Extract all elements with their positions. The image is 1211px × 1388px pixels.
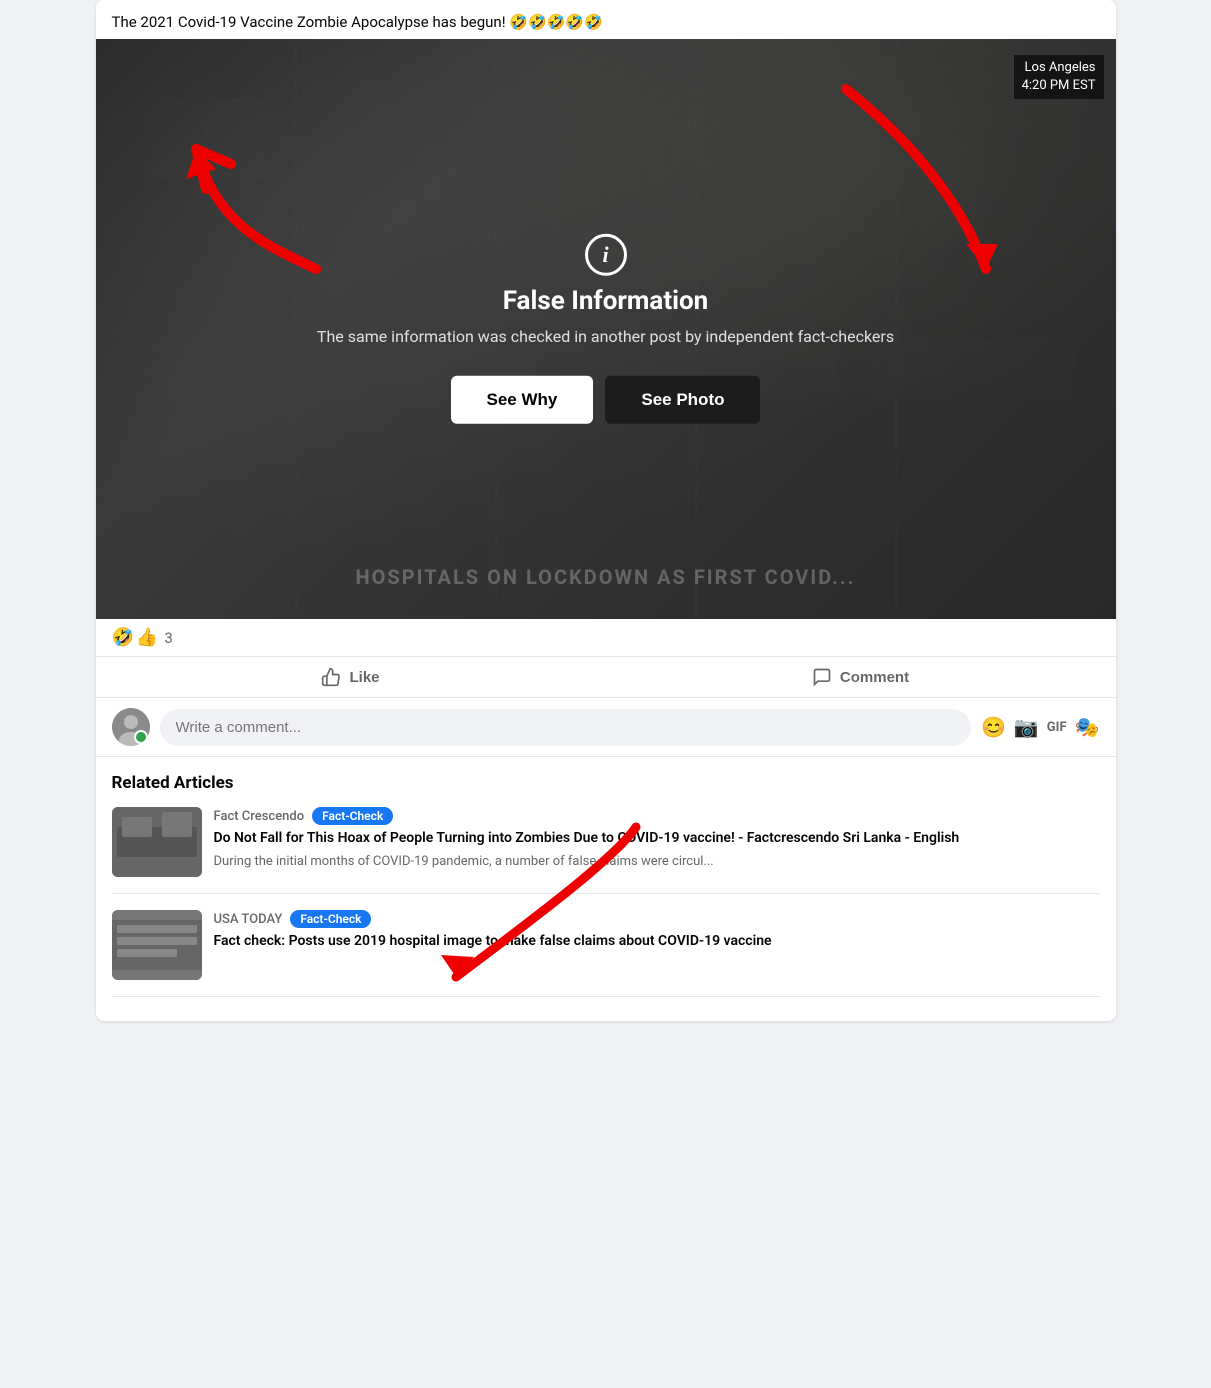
article-thumb-image-1 [112, 807, 202, 877]
article-item-1[interactable]: Fact Crescendo Fact-Check Do Not Fall fo… [112, 807, 1100, 894]
article-thumb-image-2 [112, 910, 202, 980]
fact-check-badge-1: Fact-Check [312, 807, 393, 825]
fact-check-badge-2: Fact-Check [290, 910, 371, 928]
reaction-count: 3 [164, 629, 172, 647]
article-thumb-inner-1 [112, 807, 202, 877]
emoji-icon[interactable]: 😊 [981, 715, 1006, 739]
sticker-icon[interactable]: 🎭 [1075, 715, 1100, 739]
comment-icon [812, 667, 832, 687]
like-icon [321, 667, 341, 687]
article-source-2: USA TODAY [214, 912, 283, 927]
watermark-text: HOSPITALS ON LOCKDOWN AS FIRST COVID... [356, 565, 856, 589]
like-label: Like [349, 669, 379, 686]
article-desc-1: During the initial months of COVID-19 pa… [214, 853, 960, 871]
comment-input-row: 😊 📷 GIF 🎭 [96, 698, 1116, 757]
article-meta-2: USA TODAY Fact-Check [214, 910, 772, 928]
article-headline-2: Fact check: Posts use 2019 hospital imag… [214, 932, 772, 952]
comment-label: Comment [840, 669, 909, 686]
gif-icon[interactable]: GIF [1047, 720, 1067, 735]
post-header: The 2021 Covid-19 Vaccine Zombie Apocaly… [96, 0, 1116, 39]
see-photo-button[interactable]: See Photo [605, 376, 760, 424]
article-thumb-2 [112, 910, 202, 980]
reaction-like: 👍 [136, 627, 158, 648]
input-icons: 😊 📷 GIF 🎭 [981, 715, 1100, 739]
related-articles-title: Related Articles [112, 773, 1100, 793]
article-thumb-1 [112, 807, 202, 877]
related-articles-section: Related Articles Fact Crescendo Fact-Che… [96, 757, 1116, 1021]
comment-button[interactable]: Comment [606, 657, 1116, 697]
avatar-image [112, 708, 150, 746]
like-button[interactable]: Like [96, 657, 606, 697]
see-why-button[interactable]: See Why [451, 376, 594, 424]
location-time: 4:20 PM EST [1022, 77, 1096, 95]
article-thumb-inner-2 [112, 910, 202, 980]
action-row: Like Comment [96, 657, 1116, 698]
article-headline-1: Do Not Fall for This Hoax of People Turn… [214, 829, 960, 849]
post-card: The 2021 Covid-19 Vaccine Zombie Apocaly… [96, 0, 1116, 1021]
false-info-title: False Information [116, 286, 1096, 316]
post-title: The 2021 Covid-19 Vaccine Zombie Apocaly… [112, 12, 1100, 33]
article-source-1: Fact Crescendo [214, 809, 305, 824]
article-content-2: USA TODAY Fact-Check Fact check: Posts u… [214, 910, 772, 980]
info-icon: i [585, 234, 627, 276]
article-item-2[interactable]: USA TODAY Fact-Check Fact check: Posts u… [112, 910, 1100, 997]
reactions-row: 🤣 👍 3 [96, 619, 1116, 657]
location-badge: Los Angeles 4:20 PM EST [1014, 55, 1104, 99]
location-city: Los Angeles [1022, 59, 1096, 77]
false-info-subtitle: The same information was checked in anot… [116, 326, 1096, 348]
comment-input[interactable] [160, 709, 971, 746]
user-avatar [112, 708, 150, 746]
camera-icon[interactable]: 📷 [1014, 715, 1039, 739]
article-meta-1: Fact Crescendo Fact-Check [214, 807, 960, 825]
reaction-laugh: 🤣 [112, 627, 134, 648]
post-image-container: HOSPITALS ON LOCKDOWN AS FIRST COVID... … [96, 39, 1116, 619]
article-content-1: Fact Crescendo Fact-Check Do Not Fall fo… [214, 807, 960, 877]
false-info-overlay: i False Information The same information… [96, 214, 1116, 444]
false-info-buttons: See Why See Photo [116, 376, 1096, 424]
